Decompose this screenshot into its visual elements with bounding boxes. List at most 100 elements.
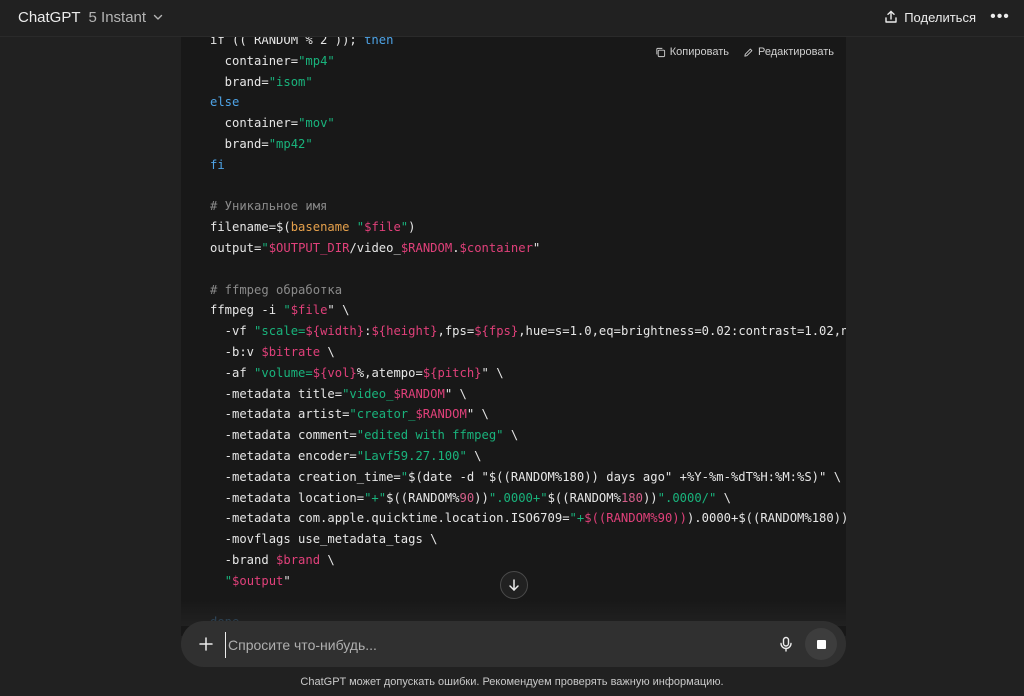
code-token: ${width} [305,324,365,339]
copy-label: Копировать [669,46,729,58]
scroll-to-bottom-button[interactable] [500,571,528,599]
plus-icon [199,637,213,651]
code-line: -vf "scale=${width}:${height},fps=${fps}… [210,321,846,342]
share-upload-icon [885,10,897,23]
dictate-button[interactable] [775,633,797,655]
code-line: else [210,92,846,113]
copy-code-button[interactable]: Копировать [655,46,729,58]
code-token: ).0000+$((RANDOM%180)).0 [686,511,846,526]
code-token: %,atempo= [356,365,423,380]
share-button[interactable]: Поделиться [878,6,982,28]
code-token: ${height} [371,324,438,339]
code-token: \ [716,490,732,505]
prompt-input[interactable] [225,632,770,658]
code-token: -brand [210,552,277,567]
code-token: " \ [327,303,350,318]
code-line: ffmpeg -i "$file" \ [210,300,846,321]
code-token: -metadata encoder= [210,448,357,463]
code-toolbar: Копировать Редактировать [655,46,834,58]
top-bar: ChatGPT 5 Instant Поделиться ••• [0,0,1024,37]
code-line: -metadata creation_time="$(date -d "$((R… [210,467,846,488]
code-token: " [283,573,291,588]
code-token: " [356,220,365,235]
code-line: -metadata encoder="Lavf59.27.100" \ [210,446,846,467]
code-token: "Lavf59.27.100" [356,448,467,463]
chevron-down-icon [153,14,163,20]
code-line: fi [210,155,846,176]
code-line: -metadata comment="edited with ffmpeg" \ [210,425,846,446]
arrow-down-icon [509,579,519,591]
code-line: output="$OUTPUT_DIR/video_$RANDOM.$conta… [210,238,846,259]
code-line: -metadata artist="creator_$RANDOM" \ [210,404,846,425]
edit-label: Редактировать [758,46,834,58]
code-token: # ffmpeg обработка [210,282,343,297]
code-token: "mp4" [298,53,335,68]
code-token: $((RANDOM%90)) [584,511,687,526]
code-line: -metadata title="video_$RANDOM" \ [210,384,846,405]
code-token: container= [210,116,299,131]
code-line: filename=$(basename "$file") [210,217,846,238]
code-token: "mp42" [268,136,313,151]
code-line: brand="isom" [210,72,846,93]
code-token: ,fps= [437,324,475,339]
code-token: -vf [210,324,255,339]
code-line: "$output" [210,571,846,592]
code-token: if (( RANDOM % 2 )); [210,36,365,47]
code-token: \ [320,344,335,359]
code-token: "mov" [298,116,335,131]
stop-generation-button[interactable] [805,628,837,660]
code-token: -metadata artist= [210,407,350,422]
code-token: $OUTPUT_DIR [268,240,350,255]
code-line: -metadata location="+"$((RANDOM%90))".00… [210,488,846,509]
code-line: # Уникальное имя [210,196,846,217]
code-line: brand="mp42" [210,134,846,155]
disclaimer-text: ChatGPT может допускать ошибки. Рекоменд… [300,676,724,688]
code-token: "isom" [268,74,313,89]
code-token: $RANDOM [415,407,467,422]
code-token: ) [408,220,416,235]
code-token: -movflags use_metadata_tags \ [210,532,438,547]
code-line: -b:v $bitrate \ [210,342,846,363]
model-variant: 5 Instant [88,8,147,26]
code-token: "+" [364,490,387,505]
code-token: -b:v [210,344,262,359]
code-token: ${pitch} [422,365,482,380]
more-options-button[interactable]: ••• [988,6,1012,28]
code-token: " \ [481,365,504,380]
code-token: " [261,240,269,255]
message-composer [181,621,846,667]
code-token: "+ [569,511,585,526]
code-token: 180 [620,490,643,505]
code-token: $(date -d "$((RANDOM%180)) days ago" +%Y… [408,469,842,484]
code-content: if (( RANDOM % 2 )); then container="mp4… [210,36,846,633]
code-token: 90 [459,490,475,505]
model-selector-button[interactable]: ChatGPT 5 Instant [12,6,170,28]
code-token: $output [232,573,284,588]
code-token: -metadata com.apple.quicktime.location.I… [210,511,570,526]
code-token: " \ [444,386,467,401]
pencil-icon [744,48,753,57]
code-token: # Уникальное имя [210,199,328,214]
code-token: $file [290,303,328,318]
code-token: container= [210,53,299,68]
microphone-icon [780,636,792,652]
code-token: " [224,573,233,588]
code-line: # ffmpeg обработка [210,280,846,301]
code-token: " [532,240,541,255]
more-icon: ••• [990,8,1010,25]
code-token: $RANDOM [393,386,445,401]
code-token: -metadata comment= [210,428,357,443]
code-token: . [452,240,460,255]
attach-button[interactable] [195,633,217,655]
code-token: brand= [210,74,269,89]
code-token: ".0000+" [488,490,548,505]
code-token: $brand [276,552,321,567]
code-line: -movflags use_metadata_tags \ [210,529,846,550]
code-token: fi [210,157,225,172]
edit-code-button[interactable]: Редактировать [743,46,834,58]
code-token: -metadata location= [210,490,365,505]
code-line: -af "volume=${vol}%,atempo=${pitch}" \ [210,363,846,384]
code-token: filename=$( [210,220,291,235]
